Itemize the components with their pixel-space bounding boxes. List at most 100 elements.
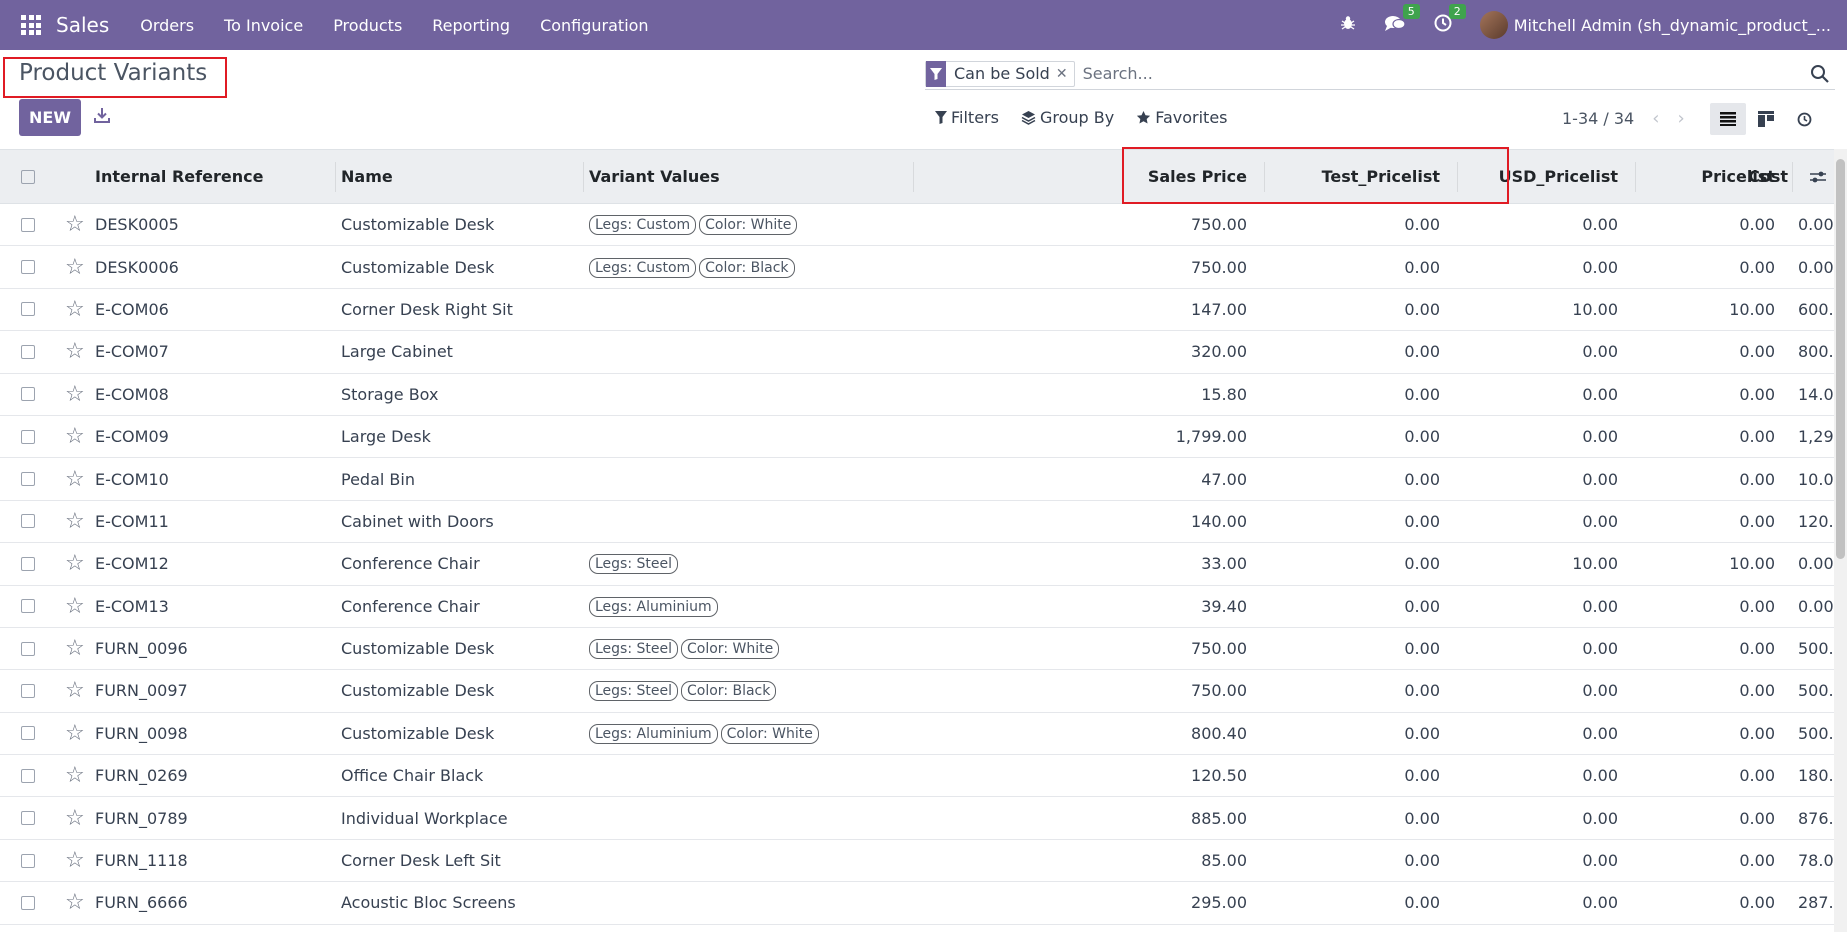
row-checkbox[interactable] [21,599,35,614]
cell-usd-pricelist[interactable]: 0.00 [1458,204,1636,246]
cell-usd-pricelist[interactable]: 0.00 [1458,331,1636,373]
cell-usd-pricelist[interactable]: 0.00 [1458,712,1636,754]
cell-cost[interactable]: 180.00 [1793,755,1834,797]
cell-variant-values[interactable] [584,755,914,797]
cell-internal-reference[interactable]: E-COM07 [90,331,336,373]
cell-cost[interactable]: 876.00 [1793,797,1834,839]
cell-name[interactable]: Corner Desk Right Sit [336,288,584,330]
cell-pricelist[interactable]: 0.00 [1636,500,1793,542]
cell-pricelist[interactable]: 0.00 [1636,415,1793,457]
favorites-toggle[interactable]: Favorites [1136,108,1228,127]
cell-usd-pricelist[interactable]: 0.00 [1458,373,1636,415]
header-internal-reference[interactable]: Internal Reference [90,150,336,204]
cell-name[interactable]: Storage Box [336,373,584,415]
cell-internal-reference[interactable]: E-COM11 [90,500,336,542]
favorite-star-icon[interactable]: ☆ [65,678,85,703]
table-row[interactable]: ☆ FURN_0096 Customizable Desk Legs: Stee… [0,627,1834,670]
cell-name[interactable]: Pedal Bin [336,458,584,500]
cell-sales-price[interactable]: 15.80 [1072,373,1265,415]
favorite-star-icon[interactable]: ☆ [65,848,85,873]
cell-cost[interactable]: 0.00 [1793,585,1834,627]
cell-internal-reference[interactable]: FURN_0789 [90,797,336,839]
apps-grid-icon[interactable] [20,14,42,36]
cell-test-pricelist[interactable]: 0.00 [1265,627,1458,669]
cell-name[interactable]: Corner Desk Left Sit [336,839,584,881]
favorite-star-icon[interactable]: ☆ [65,467,85,492]
favorite-star-icon[interactable]: ☆ [65,509,85,534]
list-view-icon[interactable] [1710,103,1746,135]
table-row[interactable]: ☆ FURN_6666 Acoustic Bloc Screens 295.00… [0,882,1834,925]
cell-variant-values[interactable] [584,331,914,373]
header-variant-values[interactable]: Variant Values [584,150,914,204]
cell-cost[interactable]: 78.00 [1793,839,1834,881]
cell-usd-pricelist[interactable]: 0.00 [1458,585,1636,627]
cell-name[interactable]: Acoustic Bloc Screens [336,882,584,924]
cell-variant-values[interactable]: Legs: Steel [584,543,914,585]
row-checkbox[interactable] [21,726,35,741]
cell-pricelist[interactable]: 0.00 [1636,585,1793,627]
cell-test-pricelist[interactable]: 0.00 [1265,670,1458,712]
row-checkbox[interactable] [21,514,35,529]
table-row[interactable]: ☆ DESK0006 Customizable Desk Legs: Custo… [0,246,1834,289]
menu-to-invoice[interactable]: To Invoice [209,16,318,35]
pager-value[interactable]: 1-34 / 34 [1562,109,1634,128]
cell-cost[interactable]: 287.00 [1793,882,1834,924]
search-input[interactable] [1082,64,1809,83]
cell-variant-values[interactable] [584,882,914,924]
cell-internal-reference[interactable]: FURN_6666 [90,882,336,924]
group-by-toggle[interactable]: Group By [1021,108,1114,127]
table-row[interactable]: ☆ FURN_0789 Individual Workplace 885.00 … [0,797,1834,840]
download-export-icon[interactable] [93,106,111,124]
cell-name[interactable]: Cabinet with Doors [336,500,584,542]
cell-variant-values[interactable]: Legs: Steel Color: Black [584,670,914,712]
app-brand[interactable]: Sales [56,13,109,37]
cell-internal-reference[interactable]: E-COM09 [90,415,336,457]
cell-sales-price[interactable]: 885.00 [1072,797,1265,839]
table-row[interactable]: ☆ FURN_0098 Customizable Desk Legs: Alum… [0,712,1834,755]
cell-test-pricelist[interactable]: 0.00 [1265,246,1458,288]
cell-sales-price[interactable]: 320.00 [1072,331,1265,373]
cell-usd-pricelist[interactable]: 0.00 [1458,882,1636,924]
cell-usd-pricelist[interactable]: 10.00 [1458,288,1636,330]
cell-variant-values[interactable] [584,839,914,881]
cell-sales-price[interactable]: 33.00 [1072,543,1265,585]
cell-internal-reference[interactable]: E-COM10 [90,458,336,500]
favorite-star-icon[interactable]: ☆ [65,339,85,364]
cell-pricelist[interactable]: 10.00 [1636,543,1793,585]
cell-variant-values[interactable] [584,288,914,330]
table-row[interactable]: ☆ DESK0005 Customizable Desk Legs: Custo… [0,204,1834,246]
cell-usd-pricelist[interactable]: 0.00 [1458,415,1636,457]
row-checkbox[interactable] [21,683,35,698]
cell-test-pricelist[interactable]: 0.00 [1265,415,1458,457]
cell-sales-price[interactable]: 750.00 [1072,246,1265,288]
cell-test-pricelist[interactable]: 0.00 [1265,543,1458,585]
favorite-star-icon[interactable]: ☆ [65,594,85,619]
cell-name[interactable]: Conference Chair [336,543,584,585]
cell-pricelist[interactable]: 0.00 [1636,627,1793,669]
cell-test-pricelist[interactable]: 0.00 [1265,882,1458,924]
cell-cost[interactable]: 600.00 [1793,288,1834,330]
cell-usd-pricelist[interactable]: 0.00 [1458,797,1636,839]
cell-internal-reference[interactable]: E-COM12 [90,543,336,585]
cell-name[interactable]: Customizable Desk [336,204,584,246]
favorite-star-icon[interactable]: ☆ [65,255,85,280]
scrollbar-thumb[interactable] [1836,159,1845,559]
row-checkbox[interactable] [21,811,35,826]
cell-variant-values[interactable] [584,458,914,500]
favorite-star-icon[interactable]: ☆ [65,763,85,788]
cell-usd-pricelist[interactable]: 10.00 [1458,543,1636,585]
cell-name[interactable]: Conference Chair [336,585,584,627]
new-button[interactable]: NEW [19,99,81,136]
favorite-star-icon[interactable]: ☆ [65,297,85,322]
cell-cost[interactable]: 0.00 [1793,204,1834,246]
cell-variant-values[interactable]: Legs: Steel Color: White [584,627,914,669]
menu-configuration[interactable]: Configuration [525,16,664,35]
cell-cost[interactable]: 500.00 [1793,627,1834,669]
header-name[interactable]: Name [336,150,584,204]
cell-name[interactable]: Customizable Desk [336,670,584,712]
cell-cost[interactable]: 14.00 [1793,373,1834,415]
favorite-star-icon[interactable]: ☆ [65,890,85,915]
cell-pricelist[interactable]: 0.00 [1636,839,1793,881]
cell-name[interactable]: Customizable Desk [336,246,584,288]
user-menu[interactable]: Mitchell Admin (sh_dynamic_product_... [1514,16,1831,35]
